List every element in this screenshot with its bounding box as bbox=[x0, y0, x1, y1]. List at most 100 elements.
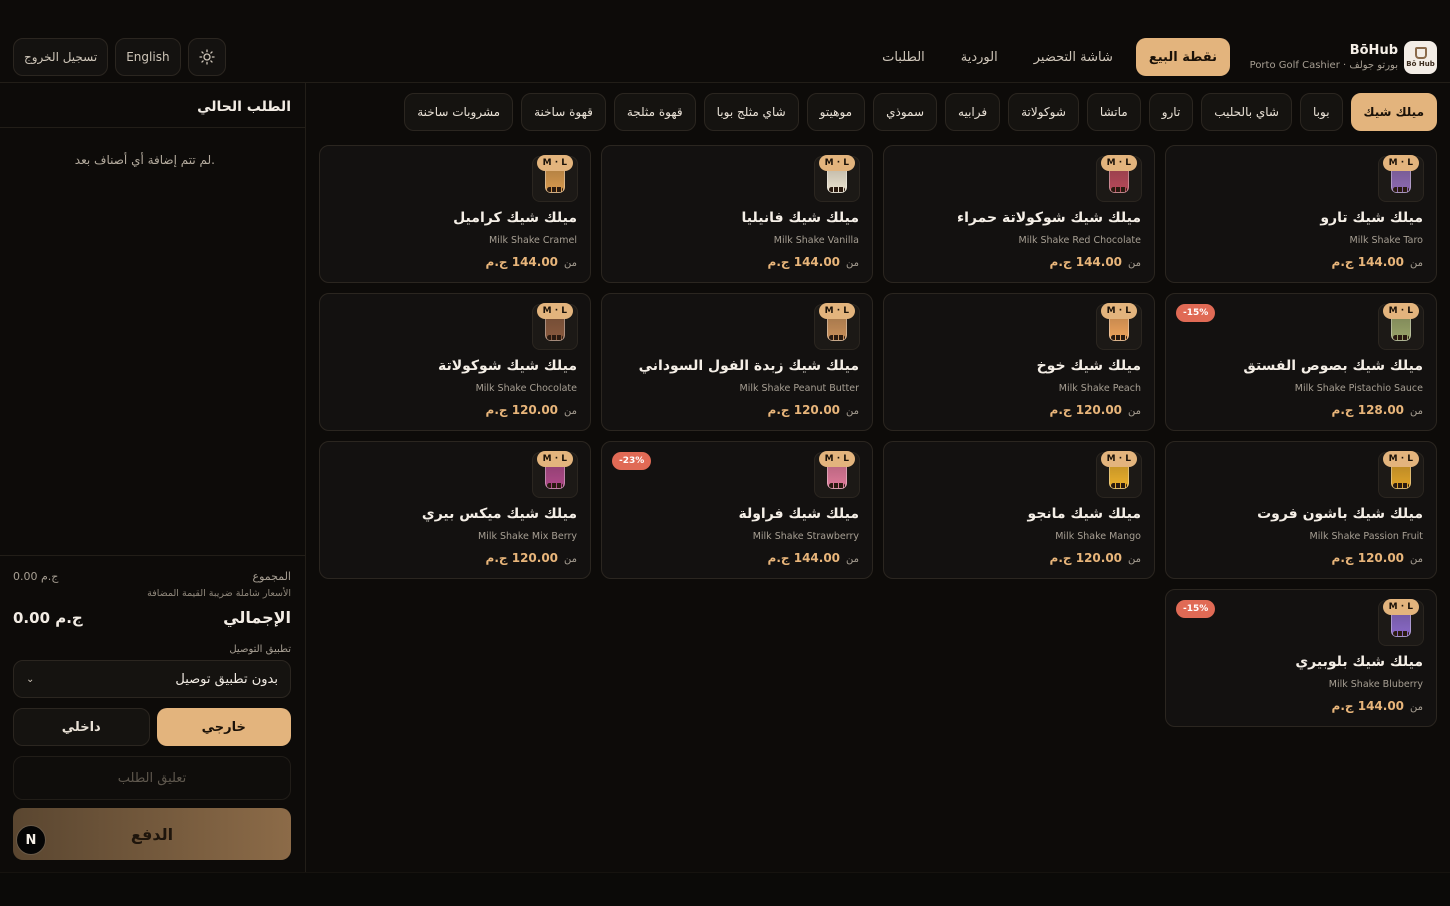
order-type-dine-in[interactable]: داخلي bbox=[13, 708, 150, 746]
boba-pearls-icon bbox=[1111, 335, 1127, 340]
size-badge: M · L bbox=[1100, 451, 1137, 467]
product-image: M · L bbox=[814, 451, 860, 498]
boba-pearls-icon bbox=[547, 335, 563, 340]
price-from-label: من bbox=[564, 258, 577, 269]
pay-button[interactable]: الدفع bbox=[13, 808, 291, 860]
product-name-ar: ميلك شيك زبدة الفول السوداني bbox=[638, 358, 859, 374]
product-card[interactable]: M · L ميلك شيك ميكس بيري Milk Shake Mix Be… bbox=[319, 441, 591, 579]
discount-badge: -15% bbox=[1176, 600, 1216, 618]
category-tab[interactable]: شاي بالحليب bbox=[1201, 93, 1292, 131]
product-card[interactable]: M · L -15% ميلك شيك بصوص الفستق Milk Shake … bbox=[1165, 293, 1437, 431]
category-tab[interactable]: قهوة ساخنة bbox=[521, 93, 606, 131]
product-price-row: من 128.00 ج.م bbox=[1332, 403, 1423, 417]
order-comment-input[interactable] bbox=[13, 756, 291, 800]
product-name-en: Milk Shake Chocolate bbox=[475, 383, 577, 394]
size-badge: M · L bbox=[1100, 155, 1137, 171]
price-from-label: من bbox=[1410, 554, 1423, 565]
product-price: 144.00 ج.م bbox=[1331, 699, 1405, 713]
discount-badge: -15% bbox=[1176, 304, 1216, 322]
nav-item[interactable]: شاشة التحضير bbox=[1021, 38, 1126, 76]
product-card[interactable]: M · L ميلك شيك شوكولاتة حمراء Milk Shake R… bbox=[883, 145, 1155, 283]
product-name-ar: ميلك شيك فراولة bbox=[738, 506, 859, 522]
divider bbox=[0, 127, 305, 128]
category-tab[interactable]: شوكولاتة bbox=[1008, 93, 1079, 131]
product-name-en: Milk Shake Mango bbox=[1055, 531, 1141, 542]
cup-icon bbox=[1414, 47, 1427, 59]
category-tab[interactable]: تارو bbox=[1148, 93, 1194, 131]
product-card[interactable]: M · L -23% ميلك شيك فراولة Milk Shake Straw… bbox=[601, 441, 873, 579]
product-card[interactable]: M · L ميلك شيك فانيليا Milk Shake Vanilla م… bbox=[601, 145, 873, 283]
vat-note: الأسعار شاملة ضريبة القيمة المضافة bbox=[147, 588, 291, 599]
size-badge: M · L bbox=[536, 155, 573, 171]
logo-text: Bō Hub bbox=[1406, 60, 1435, 68]
product-image: M · L bbox=[532, 451, 578, 498]
product-price-row: من 144.00 ج.م bbox=[1050, 255, 1141, 269]
price-from-label: من bbox=[564, 554, 577, 565]
delivery-app-select[interactable]: بدون تطبيق توصيل ⌄ bbox=[13, 660, 291, 698]
boba-pearls-icon bbox=[829, 335, 845, 340]
order-type-takeaway[interactable]: خارجي bbox=[156, 708, 291, 746]
product-card[interactable]: M · L ميلك شيك مانجو Milk Shake Mango من 120… bbox=[883, 441, 1155, 579]
category-tabs: ميلك شيك بوبا شاي بالحليب تارو ماتشا شوكولاتة… bbox=[404, 93, 1437, 131]
size-badge: M · L bbox=[1382, 599, 1419, 615]
product-image: M · L bbox=[1378, 155, 1424, 202]
order-type-toggle: خارجي داخلي bbox=[13, 708, 291, 746]
price-from-label: من bbox=[846, 554, 859, 565]
boba-pearls-icon bbox=[1111, 483, 1127, 488]
product-card[interactable]: M · L ميلك شيك تارو Milk Shake Taro من 144.0… bbox=[1165, 145, 1437, 283]
category-tab[interactable]: سموذي bbox=[873, 93, 938, 131]
product-name-ar: ميلك شيك تارو bbox=[1320, 210, 1423, 226]
product-image: M · L bbox=[1096, 451, 1142, 498]
category-tab[interactable]: قهوة مثلجة bbox=[613, 93, 696, 131]
category-tab[interactable]: فرابيه bbox=[945, 93, 1001, 131]
language-button[interactable]: English bbox=[115, 38, 181, 76]
brand-name: BōHub bbox=[1349, 43, 1398, 58]
product-price-row: من 120.00 ج.م bbox=[1332, 551, 1423, 565]
price-from-label: من bbox=[1410, 406, 1423, 417]
product-price-row: من 144.00 ج.م bbox=[768, 255, 859, 269]
product-price-row: من 144.00 ج.م bbox=[1332, 255, 1423, 269]
product-card[interactable]: M · L ميلك شيك شوكولاتة Milk Shake Chocola… bbox=[319, 293, 591, 431]
category-tab[interactable]: ميلك شيك bbox=[1350, 93, 1437, 131]
total-value: 0.00 ج.م bbox=[13, 608, 83, 627]
product-name-en: Milk Shake Red Chocolate bbox=[1018, 235, 1142, 246]
logout-button[interactable]: تسجيل الخروج bbox=[13, 38, 109, 76]
price-from-label: من bbox=[564, 406, 577, 417]
total-label: الإجمالي bbox=[223, 608, 291, 627]
product-card[interactable]: M · L -15% ميلك شيك بلوبيري Milk Shake Blub… bbox=[1165, 589, 1437, 727]
product-price: 144.00 ج.م bbox=[1049, 255, 1123, 269]
product-name-en: Milk Shake Peanut Butter bbox=[739, 383, 859, 394]
brand-logo: Bō Hub bbox=[1404, 41, 1437, 74]
product-price-row: من 120.00 ج.م bbox=[1050, 551, 1141, 565]
floating-badge[interactable]: N bbox=[16, 825, 46, 855]
nav-item[interactable]: الوردية bbox=[948, 38, 1011, 76]
theme-toggle-button[interactable] bbox=[187, 38, 226, 76]
product-image: M · L bbox=[532, 303, 578, 350]
product-name-ar: ميلك شيك ميكس بيري bbox=[421, 506, 577, 522]
category-tab[interactable]: بوبا bbox=[1300, 93, 1343, 131]
bottom-bar bbox=[0, 872, 1450, 906]
brand: Bō Hub BōHub Porto Golf Cashier · بورتو … bbox=[1250, 41, 1437, 74]
main-nav: نقطة البيع شاشة التحضير الوردية الطلبات bbox=[869, 38, 1230, 76]
product-card[interactable]: M · L ميلك شيك كراميل Milk Shake Cramel من 1… bbox=[319, 145, 591, 283]
product-price-row: من 120.00 ج.م bbox=[486, 551, 577, 565]
pos-app: Bō Hub BōHub Porto Golf Cashier · بورتو … bbox=[0, 32, 1450, 872]
product-price: 120.00 ج.م bbox=[485, 551, 559, 565]
product-card[interactable]: M · L ميلك شيك باشون فروت Milk Shake Passi… bbox=[1165, 441, 1437, 579]
discount-badge: -23% bbox=[612, 452, 652, 470]
category-tab[interactable]: موهيتو bbox=[806, 93, 866, 131]
nav-item[interactable]: الطلبات bbox=[869, 38, 938, 76]
nav-item[interactable]: نقطة البيع bbox=[1135, 38, 1230, 76]
product-card[interactable]: M · L ميلك شيك خوخ Milk Shake Peach من 120.0… bbox=[883, 293, 1155, 431]
category-tab[interactable]: مشروبات ساخنة bbox=[404, 93, 514, 131]
boba-pearls-icon bbox=[547, 187, 563, 192]
product-name-en: Milk Shake Pistachio Sauce bbox=[1294, 383, 1423, 394]
price-from-label: من bbox=[846, 258, 859, 269]
size-badge: M · L bbox=[818, 155, 855, 171]
product-name-ar: ميلك شيك خوخ bbox=[1036, 358, 1141, 374]
category-tab[interactable]: ماتشا bbox=[1086, 93, 1141, 131]
category-tab[interactable]: شاي مثلج بوبا bbox=[703, 93, 799, 131]
product-card[interactable]: M · L ميلك شيك زبدة الفول السوداني Milk Sh… bbox=[601, 293, 873, 431]
product-image: M · L bbox=[1378, 451, 1424, 498]
product-name-ar: ميلك شيك باشون فروت bbox=[1257, 506, 1423, 522]
